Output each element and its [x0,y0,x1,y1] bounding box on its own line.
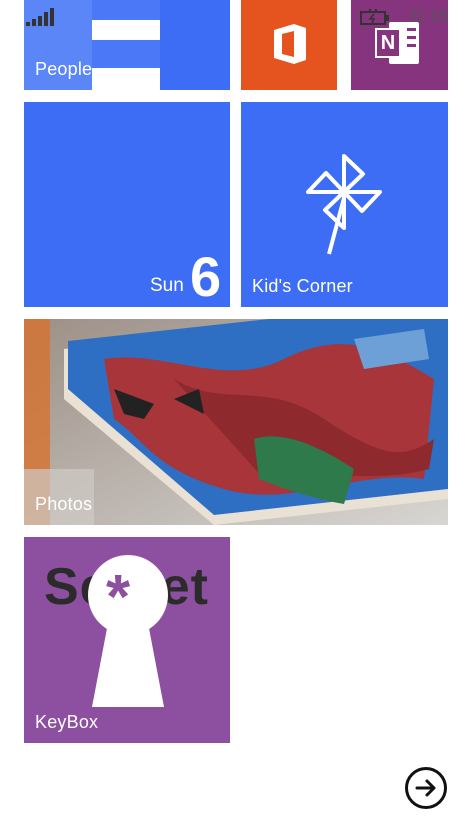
tile-label: Photos [35,494,93,514]
tile-label: KeyBox [35,712,99,732]
status-bar: 11:15 [0,0,471,36]
arrow-right-icon [415,779,436,797]
tile-calendar[interactable]: Sun 6 [24,102,230,307]
calendar-day: Sun [150,275,184,296]
battery-charging-icon [360,9,389,25]
calendar-date: 6 [190,245,222,307]
clock: 11:15 [409,8,448,25]
pinwheel-icon [306,154,382,255]
keybox-asterisk: * [106,563,131,632]
tile-photos[interactable]: Photos [24,319,448,525]
signal-strength-icon [26,8,54,26]
tile-label: Kid's Corner [252,276,353,296]
tile-keybox[interactable]: Secret * KeyBox [24,537,230,743]
tile-kids-corner[interactable]: Kid's Corner [241,102,448,307]
next-page-button[interactable] [405,767,447,809]
tile-label: People [35,59,93,79]
